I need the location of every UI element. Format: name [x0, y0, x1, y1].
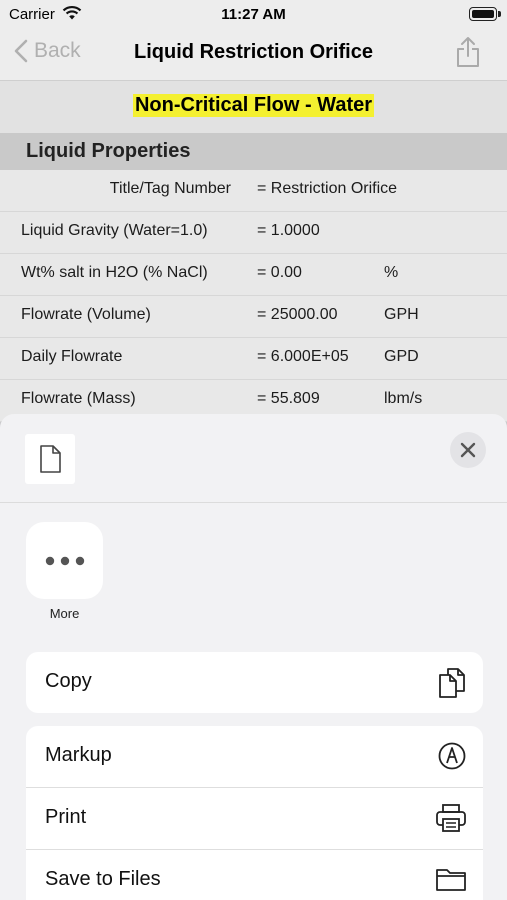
property-label: Liquid Gravity (Water=1.0): [21, 222, 208, 239]
property-row-title-tag[interactable]: Title/Tag Number = Restriction Orifice: [0, 170, 507, 212]
print-icon: [435, 803, 467, 838]
property-value: = 55.809: [257, 390, 320, 407]
close-button[interactable]: [450, 432, 486, 468]
ellipsis-icon: [45, 556, 84, 565]
share-sheet-header: [0, 414, 507, 503]
save-to-files-action[interactable]: Save to Files: [26, 850, 483, 900]
document-thumbnail: [25, 434, 75, 484]
clock: 11:27 AM: [221, 6, 286, 23]
markup-icon: [437, 741, 467, 776]
share-icon[interactable]: [455, 36, 481, 73]
action-label: Markup: [45, 744, 112, 766]
property-value: = 6.000E+05: [257, 348, 349, 365]
action-label: Print: [45, 806, 87, 828]
markup-action[interactable]: Markup: [26, 726, 483, 788]
property-value: = 25000.00: [257, 306, 338, 323]
property-label: Title/Tag Number: [109, 180, 231, 197]
property-row-liquid-gravity[interactable]: Liquid Gravity (Water=1.0) = 1.0000: [0, 212, 507, 254]
share-sheet: More Copy Markup Print Save to Files: [0, 414, 507, 900]
navigation-bar: Back Liquid Restriction Orifice: [0, 30, 507, 81]
action-label: Save to Files: [45, 868, 161, 890]
folder-icon: [435, 865, 467, 898]
property-row-salt[interactable]: Wt% salt in H2O (% NaCl) = 0.00 %: [0, 254, 507, 296]
page-title: Liquid Restriction Orifice: [134, 41, 373, 63]
action-group-main: Markup Print Save to Files: [26, 726, 483, 900]
property-value: = 1.0000: [257, 222, 320, 239]
property-label: Wt% salt in H2O (% NaCl): [21, 264, 208, 281]
section-header: Liquid Properties: [0, 133, 507, 170]
properties-table: Title/Tag Number = Restriction Orifice L…: [0, 170, 507, 422]
property-unit: %: [384, 264, 399, 281]
property-label: Daily Flowrate: [21, 348, 123, 365]
app-screen: Carrier 11:27 AM Back Liquid Restriction…: [0, 0, 507, 900]
property-value: = 0.00: [257, 264, 302, 281]
action-label: Copy: [45, 670, 92, 692]
more-button[interactable]: [26, 522, 103, 599]
action-group-copy: Copy: [26, 652, 483, 713]
section-title: Liquid Properties: [26, 140, 191, 162]
print-action[interactable]: Print: [26, 788, 483, 850]
flow-type-label: Non-Critical Flow - Water: [132, 94, 375, 117]
property-row-flowrate-volume[interactable]: Flowrate (Volume) = 25000.00 GPH: [0, 296, 507, 338]
property-row-daily-flowrate[interactable]: Daily Flowrate = 6.000E+05 GPD: [0, 338, 507, 380]
more-label: More: [49, 606, 80, 621]
property-label: Flowrate (Mass): [21, 390, 136, 407]
close-icon: [460, 442, 476, 458]
property-label: Flowrate (Volume): [21, 306, 151, 323]
property-value: = Restriction Orifice: [257, 180, 398, 197]
status-bar: Carrier 11:27 AM: [0, 0, 507, 30]
battery-icon: [469, 7, 501, 21]
document-icon: [40, 445, 61, 473]
property-unit: GPH: [384, 306, 419, 323]
flow-type-banner: Non-Critical Flow - Water: [0, 81, 507, 133]
copy-icon: [437, 667, 467, 704]
copy-action[interactable]: Copy: [26, 652, 483, 713]
property-unit: lbm/s: [384, 390, 423, 407]
property-unit: GPD: [384, 348, 419, 365]
